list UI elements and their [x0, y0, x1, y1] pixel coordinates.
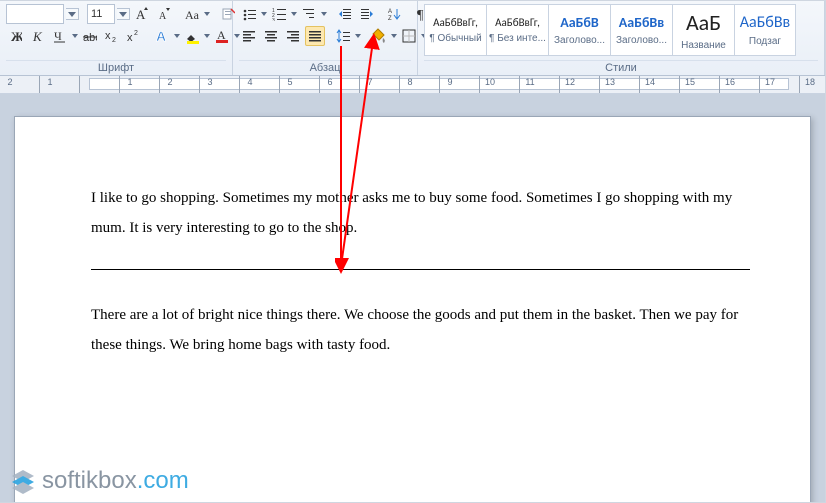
svg-text:A: A [136, 7, 146, 21]
font-size-input[interactable] [87, 4, 115, 24]
style-name: Заголово... [616, 35, 667, 46]
document-area: I like to go shopping. Sometimes my moth… [0, 94, 825, 502]
svg-text:Ж: Ж [11, 29, 22, 43]
subscript-button[interactable]: x2 [102, 26, 122, 46]
paragraph-group: 123 AZ ¶ [233, 1, 418, 75]
paragraph-2[interactable]: There are a lot of bright nice things th… [91, 300, 750, 360]
svg-text:3: 3 [272, 18, 275, 21]
svg-text:Z: Z [388, 16, 392, 21]
svg-text:A: A [217, 28, 226, 42]
svg-text:Ч: Ч [54, 29, 62, 43]
svg-text:A: A [388, 9, 392, 15]
underline-button[interactable]: Ч [50, 26, 70, 46]
style-item-2[interactable]: АаБбВ Заголово... [548, 4, 610, 56]
svg-text:Aa: Aa [185, 8, 199, 21]
styles-gallery: АаБбВвГг, ¶ Обычный АаБбВвГг, ¶ Без инте...… [424, 4, 818, 56]
change-case-dropdown[interactable] [204, 4, 210, 24]
multilevel-list-button[interactable] [299, 4, 319, 24]
style-sample: АаБбВ [560, 14, 598, 31]
decrease-indent-button[interactable] [335, 4, 355, 24]
svg-text:x: x [127, 32, 133, 43]
svg-text:2: 2 [112, 37, 116, 43]
sort-button[interactable]: AZ [385, 4, 405, 24]
justify-button[interactable] [305, 26, 325, 46]
horizontal-line [91, 269, 750, 270]
style-sample: АаБбВв [740, 13, 790, 32]
styles-group: АаБбВвГг, ¶ Обычный АаБбВвГг, ¶ Без инте...… [418, 1, 825, 75]
watermark-text-2: .com [137, 467, 189, 495]
style-sample: АаБ [686, 9, 721, 36]
svg-text:2: 2 [134, 30, 138, 37]
multilevel-dropdown[interactable] [321, 4, 327, 24]
numbering-dropdown[interactable] [291, 4, 297, 24]
bullets-button[interactable] [239, 4, 259, 24]
style-sample: АаБбВв [619, 14, 664, 31]
font-name-input[interactable] [6, 4, 64, 24]
style-item-3[interactable]: АаБбВв Заголово... [610, 4, 672, 56]
style-sample: АаБбВвГг, [495, 16, 540, 29]
svg-text:A: A [159, 11, 167, 21]
underline-dropdown[interactable] [72, 26, 78, 46]
style-name: Заголово... [554, 35, 605, 46]
align-right-button[interactable] [283, 26, 303, 46]
watermark-text-1: softikbox [42, 467, 137, 495]
style-item-5[interactable]: АаБбВв Подзаг [734, 4, 796, 56]
shading-button[interactable] [369, 26, 389, 46]
font-name-dropdown[interactable] [66, 8, 79, 20]
paragraph-group-label: Абзац [239, 60, 411, 74]
style-sample: АаБбВвГг, [433, 16, 478, 29]
italic-button[interactable]: К [28, 26, 48, 46]
style-item-4[interactable]: АаБ Название [672, 4, 734, 56]
change-case-button[interactable]: Aa [182, 4, 202, 24]
align-left-button[interactable] [239, 26, 259, 46]
bold-button[interactable]: Ж [6, 26, 26, 46]
borders-button[interactable] [399, 26, 419, 46]
style-name: ¶ Без инте... [489, 33, 546, 44]
superscript-button[interactable]: x2 [124, 26, 144, 46]
style-name: Название [681, 40, 726, 51]
highlight-button[interactable] [182, 26, 202, 46]
bullets-dropdown[interactable] [261, 4, 267, 24]
font-group-label: Шрифт [6, 60, 226, 74]
highlight-dropdown[interactable] [204, 26, 210, 46]
line-spacing-button[interactable] [333, 26, 353, 46]
svg-text:К: К [32, 29, 43, 43]
styles-group-label: Стили [424, 60, 818, 74]
style-item-0[interactable]: АаБбВвГг, ¶ Обычный [424, 4, 486, 56]
style-item-1[interactable]: АаБбВвГг, ¶ Без инте... [486, 4, 548, 56]
svg-text:x: x [105, 30, 111, 42]
paragraph-1[interactable]: I like to go shopping. Sometimes my moth… [91, 183, 750, 243]
watermark: softikbox.com [8, 466, 189, 496]
text-effects-button[interactable]: A [152, 26, 172, 46]
shading-dropdown[interactable] [391, 26, 397, 46]
shrink-font-button[interactable]: A [154, 4, 174, 24]
style-name: Подзаг [749, 36, 781, 47]
document-page[interactable]: I like to go shopping. Sometimes my moth… [14, 116, 811, 502]
style-name: ¶ Обычный [429, 33, 481, 44]
align-center-button[interactable] [261, 26, 281, 46]
svg-text:A: A [156, 28, 166, 44]
horizontal-ruler[interactable]: 21123456789101112131415161718 [0, 76, 825, 94]
logo-icon [8, 466, 38, 496]
font-size-dropdown[interactable] [117, 8, 130, 20]
text-effects-dropdown[interactable] [174, 26, 180, 46]
font-color-button[interactable]: A [212, 26, 232, 46]
grow-font-button[interactable]: A [132, 4, 152, 24]
increase-indent-button[interactable] [357, 4, 377, 24]
line-spacing-dropdown[interactable] [355, 26, 361, 46]
numbering-button[interactable]: 123 [269, 4, 289, 24]
strikethrough-button[interactable]: abc [80, 26, 100, 46]
ribbon: A A Aa Ж К Ч abc x2 x2 A [0, 1, 825, 76]
font-group: A A Aa Ж К Ч abc x2 x2 A [0, 1, 233, 75]
